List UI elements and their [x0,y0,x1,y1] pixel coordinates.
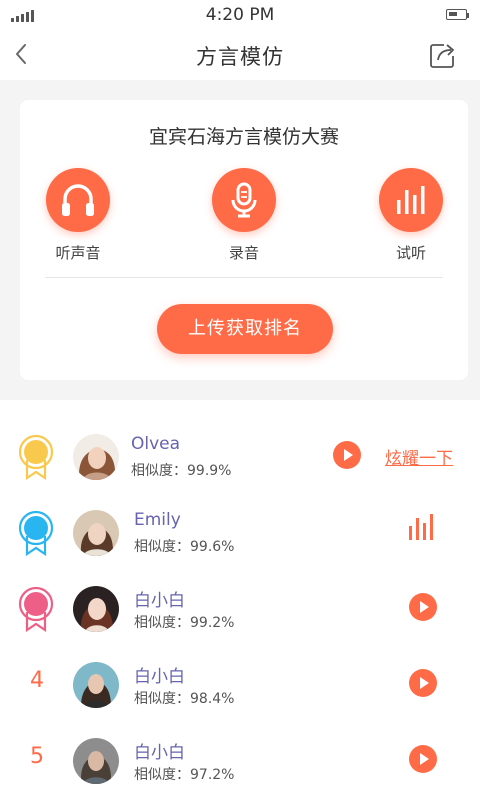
play-icon[interactable] [409,669,437,697]
user-name: 白小白 [134,743,185,763]
bronze-medal-icon [18,586,54,632]
play-icon[interactable] [333,441,361,469]
record-label: 录音 [228,244,259,262]
divider [45,277,443,278]
play-icon[interactable] [409,593,437,621]
similarity-text: 相似度：99.6% [134,539,235,555]
avatar[interactable] [73,662,119,708]
avatar[interactable] [73,586,119,632]
user-name: Emily [134,510,181,530]
avatar[interactable] [73,738,119,784]
user-name: 白小白 [134,667,185,687]
battery-icon [446,9,469,20]
share-icon[interactable] [428,40,458,70]
headphones-icon [46,168,110,232]
leaderboard-row[interactable]: Emily 相似度：99.6% [0,496,480,572]
listen-button[interactable]: 听声音 [38,168,118,263]
similarity-text: 相似度：97.2% [134,767,235,783]
leaderboard-row[interactable]: Olvea 相似度：99.9% 炫耀一下 [0,420,480,496]
user-name: 白小白 [134,591,185,611]
leaderboard-row[interactable]: 白小白 相似度：99.2% [0,572,480,648]
status-time: 4:20 PM [205,5,275,25]
microphone-icon [212,168,276,232]
similarity-text: 相似度：99.9% [131,463,232,479]
similarity-text: 相似度：99.2% [134,615,235,631]
contest-title: 宜宾石海方言模仿大赛 [148,126,339,148]
gold-medal-icon [18,434,54,480]
brag-link[interactable]: 炫耀一下 [385,444,453,469]
leaderboard: Olvea 相似度：99.9% 炫耀一下 Emily 相似度：99.6% 白小白… [0,400,480,800]
user-name: Olvea [131,434,181,454]
leaderboard-row[interactable]: 5 白小白 相似度：97.2% [0,724,480,800]
record-button[interactable]: 录音 [204,168,284,263]
avatar[interactable] [73,510,119,556]
similarity-text: 相似度：98.4% [134,691,235,707]
play-icon[interactable] [409,745,437,773]
upload-ranking-button[interactable]: 上传获取排名 [157,304,333,354]
audio-playing-icon[interactable] [408,514,440,540]
nav-bar: 方言模仿 [0,32,480,80]
rank-number: 5 [30,744,44,769]
rank-number: 4 [30,668,44,693]
status-bar: 4:20 PM [0,0,480,32]
preview-button[interactable]: 试听 [371,168,451,263]
preview-label: 试听 [395,244,426,262]
audio-bars-icon [379,168,443,232]
page-title: 方言模仿 [196,45,284,69]
avatar[interactable] [73,434,119,480]
listen-label: 听声音 [55,244,101,262]
contest-card: 宜宾石海方言模仿大赛 听声音 录音 试听 上传获取排名 [20,100,468,380]
silver-medal-icon [18,510,54,556]
leaderboard-row[interactable]: 4 白小白 相似度：98.4% [0,648,480,724]
